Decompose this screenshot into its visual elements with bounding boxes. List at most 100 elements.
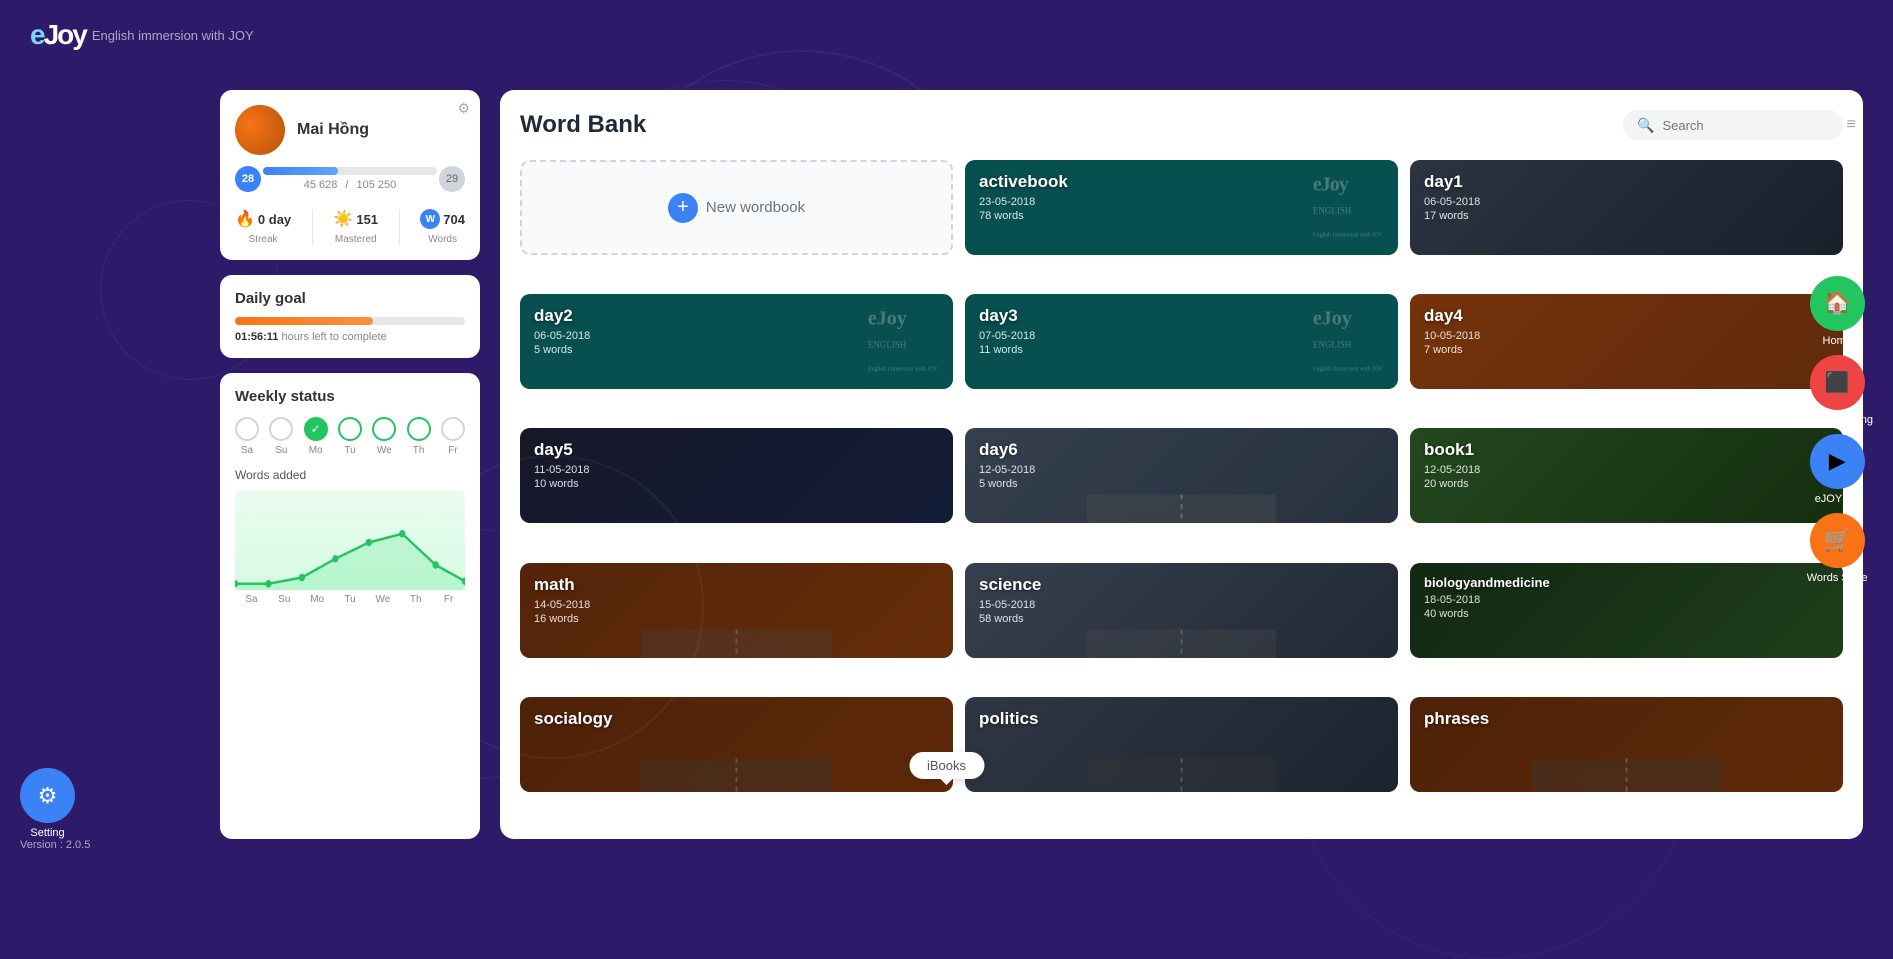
words-chart: 0 0 5 7 10 3 1 [235, 490, 465, 590]
wordbank-title: Word Bank [520, 111, 646, 139]
nav-movie-label: Movie Training [1801, 414, 1873, 426]
day-circle-mo: ✓ [304, 417, 328, 441]
sun-icon: ☀️ [333, 209, 353, 229]
wordbook-content: day1 06-05-2018 17 words [1410, 160, 1843, 234]
weekly-status-card: Weekly status Sa Su ✓ Mo Tu [220, 373, 480, 839]
day-circle-su [269, 417, 293, 441]
movie-icon: ⬛ [1825, 370, 1850, 395]
day-circle-th [407, 417, 431, 441]
wordbook-day3[interactable]: eJoyENGLISHEnglish immersion with JOY da… [965, 294, 1398, 389]
settings-button[interactable]: ⚙ [20, 768, 75, 823]
wordbook-content: phrases [1410, 697, 1843, 745]
stats-row: 🔥 0 day Streak ☀️ 151 Mastered W [235, 209, 465, 245]
wordbook-day4[interactable]: day4 10-05-2018 7 words [1410, 294, 1843, 389]
wordbook-math[interactable]: math 14-05-2018 16 words [520, 563, 953, 658]
days-row: Sa Su ✓ Mo Tu We [235, 417, 465, 456]
day-we: We [372, 417, 396, 456]
wordbook-content: day2 06-05-2018 5 words [520, 294, 953, 368]
profile-name: Mai Hồng [297, 121, 369, 139]
mastered-label: Mastered [335, 234, 377, 245]
profile-card: ⚙ Mai Hồng 28 29 45 628 / 105 250 [220, 90, 480, 260]
wordbook-content: book1 12-05-2018 20 words [1410, 428, 1843, 502]
goal-bar-track [235, 317, 465, 325]
search-input[interactable] [1662, 118, 1838, 133]
xp-track [263, 167, 437, 175]
daily-goal-card: Daily goal 01:56:11 hours left to comple… [220, 275, 480, 358]
daily-goal-title: Daily goal [235, 290, 465, 307]
version-text: Version : 2.0.5 [20, 839, 90, 851]
streak-label: Streak [249, 234, 278, 245]
wordbook-science[interactable]: science 15-05-2018 58 words [965, 563, 1398, 658]
wordbook-content: day4 10-05-2018 7 words [1410, 294, 1843, 368]
logo: eJoy English immersion with JOY [30, 19, 254, 51]
day-fr: Fr [441, 417, 465, 456]
logo-tagline: English immersion with JOY [92, 28, 254, 43]
day-sa: Sa [235, 417, 259, 456]
wordbook-content: science 15-05-2018 58 words [965, 563, 1398, 637]
new-wordbook-card[interactable]: + New wordbook [520, 160, 953, 255]
day-circle-tu [338, 417, 362, 441]
xp-total: 105 250 [356, 179, 396, 191]
stat-divider-2 [399, 210, 400, 245]
wordbook-content: math 14-05-2018 16 words [520, 563, 953, 637]
wordbook-socialogy[interactable]: socialogy [520, 697, 953, 792]
wordbook-politics[interactable]: politics [965, 697, 1398, 792]
wordbook-content: activebook 23-05-2018 78 words [965, 160, 1398, 234]
wordbook-biology[interactable]: biologyandmedicine 18-05-2018 40 words [1410, 563, 1843, 658]
day-circle-fr [441, 417, 465, 441]
xp-bar: 28 29 45 628 / 105 250 [235, 167, 465, 191]
goal-time: 01:56:11 hours left to complete [235, 331, 465, 343]
left-panel: ⚙ Mai Hồng 28 29 45 628 / 105 250 [220, 90, 480, 839]
mastered-stat: ☀️ 151 Mastered [333, 209, 378, 245]
ibooks-tooltip: iBooks [909, 752, 984, 779]
profile-header: Mai Hồng [235, 105, 465, 155]
settings-label: Setting [30, 827, 64, 839]
wordbook-phrases[interactable]: phrases [1410, 697, 1843, 792]
wordbook-day6[interactable]: day6 12-05-2018 5 words [965, 428, 1398, 523]
right-panel: Word Bank 🔍 ≡ + New wordbook eJoyENGLISH… [500, 90, 1863, 839]
day-th: Th [407, 417, 431, 456]
day-circle-we [372, 417, 396, 441]
wordbook-content: politics [965, 697, 1398, 745]
new-wordbook-label: New wordbook [706, 199, 805, 216]
goal-bar-fill [235, 317, 373, 325]
avatar [235, 105, 285, 155]
level-current: 28 [235, 166, 261, 192]
filter-icon[interactable]: ≡ [1846, 116, 1855, 134]
weekly-status-title: Weekly status [235, 388, 465, 405]
header: eJoy English immersion with JOY [0, 0, 1893, 70]
wordbook-day2[interactable]: eJoyENGLISHEnglish immersion with JOY da… [520, 294, 953, 389]
new-wordbook-plus-icon: + [668, 193, 698, 223]
logo-text: eJoy [30, 19, 86, 51]
wordbook-activebook[interactable]: eJoyENGLISHEnglish immersion with JOY ac… [965, 160, 1398, 255]
wordbooks-grid: + New wordbook eJoyENGLISHEnglish immers… [520, 160, 1843, 819]
wordbook-book1[interactable]: book1 12-05-2018 20 words [1410, 428, 1843, 523]
stat-divider-1 [312, 210, 313, 245]
wordbook-day5[interactable]: day5 11-05-2018 10 words [520, 428, 953, 523]
wordbook-content: day5 11-05-2018 10 words [520, 428, 953, 502]
wordbook-content: day6 12-05-2018 5 words [965, 428, 1398, 502]
words-store-icon-btn[interactable]: 🛒 [1810, 513, 1865, 568]
wordbank-header: Word Bank 🔍 ≡ [520, 110, 1843, 140]
xp-fill [263, 167, 338, 175]
words-label: Words [428, 234, 457, 245]
chart-x-labels: Sa Su Mo Tu We Th Fr [235, 594, 465, 605]
search-icon: 🔍 [1637, 117, 1654, 134]
level-next: 29 [439, 166, 465, 192]
mastered-value: 151 [356, 212, 378, 227]
w-badge: W [420, 209, 440, 229]
wordbook-content: day3 07-05-2018 11 words [965, 294, 1398, 368]
wordbook-day1[interactable]: day1 06-05-2018 17 words [1410, 160, 1843, 255]
xp-current: 45 628 [304, 179, 338, 191]
xp-labels: 45 628 / 105 250 [235, 179, 465, 191]
streak-stat: 🔥 0 day Streak [235, 209, 291, 245]
goal-time-value: 01:56:11 [235, 331, 278, 343]
wordbook-content: socialogy [520, 697, 953, 745]
fire-icon: 🔥 [235, 209, 255, 229]
day-mo: ✓ Mo [304, 417, 328, 456]
profile-settings-icon[interactable]: ⚙ [457, 100, 470, 117]
search-bar[interactable]: 🔍 ≡ [1623, 110, 1843, 140]
bottom-left: ⚙ Setting [20, 768, 75, 839]
streak-value: 0 day [258, 212, 291, 227]
words-stat: W 704 Words [420, 209, 465, 245]
